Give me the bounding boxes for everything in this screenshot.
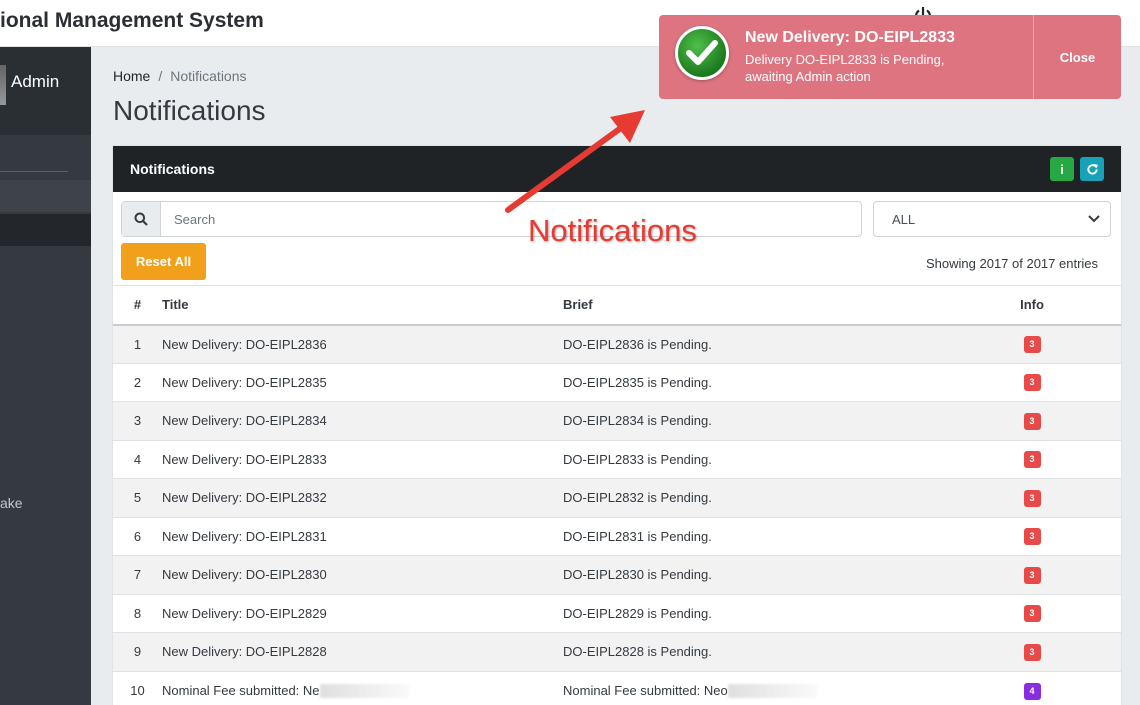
row-number: 9 — [113, 632, 162, 671]
row-number: 4 — [113, 439, 162, 479]
filter-select-value: ALL — [892, 212, 916, 227]
row-brief: DO-EIPL2828 is Pending. — [563, 632, 983, 671]
row-title: New Delivery: DO-EIPL2828 — [162, 632, 563, 671]
row-number: 2 — [113, 362, 162, 402]
notifications-table: # Title Brief Info 1 New Delivery: DO-EI… — [113, 285, 1121, 705]
info-badge[interactable]: 3 — [1023, 451, 1041, 469]
breadcrumb: Home / Notifications — [113, 68, 247, 84]
info-badge[interactable]: 3 — [1023, 528, 1041, 546]
info-badge[interactable]: 3 — [1023, 412, 1041, 430]
row-brief: DO-EIPL2834 is Pending. — [563, 401, 983, 440]
row-title: New Delivery: DO-EIPL2833 — [162, 439, 563, 479]
row-title: Nominal Fee submitted: Ne — [162, 682, 320, 698]
row-brief: Nominal Fee submitted: Neo — [563, 682, 728, 698]
redacted-text — [727, 684, 818, 699]
toast-message: Delivery DO-EIPL2833 is Pending, awaitin… — [745, 52, 945, 84]
row-number: 10 — [113, 670, 162, 705]
toast-notification: New Delivery: DO-EIPL2833 Delivery DO-EI… — [659, 15, 1121, 99]
row-brief: DO-EIPL2829 is Pending. — [563, 593, 983, 633]
info-button[interactable]: i — [1050, 157, 1074, 181]
refresh-button[interactable] — [1080, 157, 1104, 181]
search-button[interactable] — [122, 202, 161, 236]
sidebar-item[interactable] — [0, 180, 91, 212]
chevron-down-icon — [1088, 215, 1100, 223]
row-title: New Delivery: DO-EIPL2834 — [162, 401, 563, 440]
row-number: 5 — [113, 478, 162, 517]
column-header-info[interactable]: Info — [983, 285, 1121, 326]
search-icon — [134, 212, 148, 226]
toast-title: New Delivery: DO-EIPL2833 — [745, 29, 955, 46]
info-badge[interactable]: 3 — [1023, 643, 1041, 661]
toast-close-button[interactable]: Close — [1033, 15, 1121, 99]
sidebar-item-active[interactable] — [0, 214, 91, 246]
info-badge[interactable]: 3 — [1023, 566, 1041, 584]
card-title: Notifications — [130, 161, 215, 177]
row-number: 3 — [113, 401, 162, 440]
filter-select[interactable]: ALL — [873, 201, 1111, 237]
row-brief: DO-EIPL2835 is Pending. — [563, 362, 983, 402]
column-header-num[interactable]: # — [113, 285, 162, 326]
table-row[interactable]: 3 New Delivery: DO-EIPL2834 DO-EIPL2834 … — [113, 401, 1121, 440]
annotation-arrow-icon — [505, 110, 645, 213]
row-title: New Delivery: DO-EIPL2835 — [162, 362, 563, 402]
entries-count: Showing 2017 of 2017 entries — [926, 256, 1099, 271]
table-header-row: # Title Brief Info — [113, 285, 1121, 326]
info-badge[interactable]: 3 — [1023, 489, 1041, 507]
sidebar-divider — [0, 171, 68, 172]
table-row[interactable]: 10 Nominal Fee submitted: Ne Nominal Fee… — [113, 670, 1121, 705]
page-title: Notifications — [113, 95, 266, 126]
table-row[interactable]: 2 New Delivery: DO-EIPL2835 DO-EIPL2835 … — [113, 362, 1121, 402]
info-badge[interactable]: 4 — [1023, 682, 1041, 700]
row-number: 7 — [113, 555, 162, 594]
annotation-label: Notifications — [528, 213, 697, 248]
row-brief: DO-EIPL2836 is Pending. — [563, 324, 983, 363]
row-title: New Delivery: DO-EIPL2831 — [162, 516, 563, 556]
redacted-text — [319, 684, 410, 699]
breadcrumb-current: Notifications — [170, 68, 247, 84]
table-row[interactable]: 6 New Delivery: DO-EIPL2831 DO-EIPL2831 … — [113, 516, 1121, 556]
sidebar-user-panel[interactable]: Admin — [0, 47, 91, 135]
info-badge[interactable]: 3 — [1023, 605, 1041, 623]
row-brief: DO-EIPL2830 is Pending. — [563, 555, 983, 594]
table-row[interactable]: 1 New Delivery: DO-EIPL2836 DO-EIPL2836 … — [113, 324, 1121, 363]
info-badge[interactable]: 3 — [1023, 336, 1041, 353]
row-number: 8 — [113, 593, 162, 633]
table-row[interactable]: 9 New Delivery: DO-EIPL2828 DO-EIPL2828 … — [113, 632, 1121, 671]
row-brief: DO-EIPL2833 is Pending. — [563, 439, 983, 479]
table-row[interactable]: 5 New Delivery: DO-EIPL2832 DO-EIPL2832 … — [113, 478, 1121, 517]
row-number: 6 — [113, 516, 162, 556]
row-title: New Delivery: DO-EIPL2830 — [162, 555, 563, 594]
avatar — [0, 65, 6, 105]
sidebar-item-label[interactable]: ake — [0, 495, 23, 511]
row-title: New Delivery: DO-EIPL2832 — [162, 478, 563, 517]
row-title: New Delivery: DO-EIPL2836 — [162, 324, 563, 363]
table-row[interactable]: 8 New Delivery: DO-EIPL2829 DO-EIPL2829 … — [113, 593, 1121, 633]
reset-all-button[interactable]: Reset All — [121, 243, 206, 280]
table-row[interactable]: 4 New Delivery: DO-EIPL2833 DO-EIPL2833 … — [113, 439, 1121, 479]
sidebar: Admin ake — [0, 47, 91, 705]
row-brief: DO-EIPL2832 is Pending. — [563, 478, 983, 517]
row-title: New Delivery: DO-EIPL2829 — [162, 593, 563, 633]
column-header-title[interactable]: Title — [162, 285, 563, 326]
breadcrumb-home-link[interactable]: Home — [113, 68, 150, 84]
column-header-brief[interactable]: Brief — [563, 285, 983, 326]
info-icon: i — [1060, 161, 1064, 177]
sidebar-user-label: Admin — [11, 72, 60, 91]
row-number: 1 — [113, 324, 162, 363]
check-icon — [675, 26, 729, 80]
info-badge[interactable]: 3 — [1023, 374, 1041, 392]
row-brief: DO-EIPL2831 is Pending. — [563, 516, 983, 556]
table-row[interactable]: 7 New Delivery: DO-EIPL2830 DO-EIPL2830 … — [113, 555, 1121, 594]
app-title: ional Management System — [0, 9, 264, 32]
refresh-icon — [1086, 163, 1098, 175]
